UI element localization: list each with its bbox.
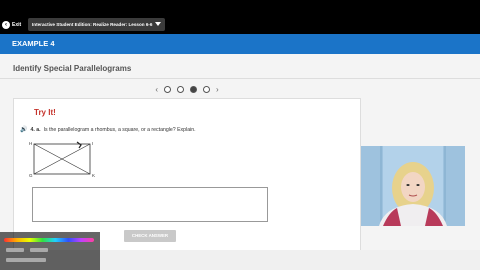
caret-down-icon [155, 22, 161, 26]
circle-arrow-left-icon: ‹ [2, 21, 10, 29]
color-spectrum-bar[interactable] [4, 238, 94, 242]
cursor-pointer-icon [76, 141, 82, 149]
app-window: ‹ Exit Interactive Student Edition: Real… [0, 0, 480, 270]
question-number: 4. a. [30, 126, 41, 133]
chevron-right-icon[interactable]: › [216, 85, 219, 94]
label-g: G [29, 173, 33, 178]
pager-dot-3[interactable] [190, 86, 197, 93]
pager-dot-2[interactable] [177, 86, 184, 93]
webcam-video [361, 146, 465, 226]
parallelogram-figure: H I G K [29, 141, 95, 178]
lesson-title-text: Interactive Student Edition: Realize Rea… [32, 22, 153, 27]
exit-button[interactable]: ‹ Exit [2, 19, 21, 31]
check-answer-button[interactable]: CHECK ANSWER [124, 230, 176, 242]
pager-dot-1[interactable] [164, 86, 171, 93]
example-header: EXAMPLE 4 [0, 34, 480, 54]
question-row: 🔊 4. a. Is the parallelogram a rhombus, … [20, 126, 196, 134]
step-pager: ‹ › [13, 82, 361, 97]
overlay-control[interactable] [6, 248, 24, 252]
label-k: K [92, 173, 95, 178]
label-i: I [92, 141, 93, 146]
pager-dot-4[interactable] [203, 86, 210, 93]
speaker-icon[interactable]: 🔊 [20, 126, 27, 133]
presenter-image [361, 146, 465, 226]
answer-input[interactable] [32, 187, 268, 222]
exit-label: Exit [12, 22, 22, 28]
question-text: Is the parallelogram a rhombus, a square… [43, 126, 196, 133]
page-title: Identify Special Parallelograms [13, 64, 132, 73]
lesson-title-dropdown[interactable]: Interactive Student Edition: Realize Rea… [28, 18, 165, 31]
title-divider [0, 78, 480, 79]
overlay-control[interactable] [30, 248, 48, 252]
try-it-heading: Try It! [34, 108, 56, 117]
label-h: H [29, 141, 32, 146]
top-toolbar: ‹ Exit Interactive Student Edition: Real… [0, 0, 480, 34]
overlay-control[interactable] [6, 258, 46, 262]
chevron-left-icon[interactable]: ‹ [155, 85, 158, 94]
